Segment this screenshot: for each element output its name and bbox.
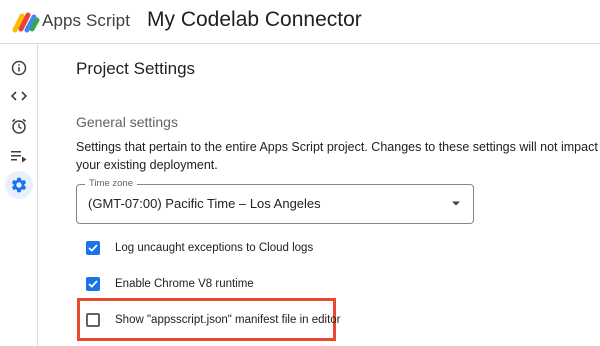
project-name[interactable]: My Codelab Connector bbox=[147, 8, 362, 32]
alarm-clock-icon bbox=[12, 118, 26, 134]
rail-item-executions[interactable] bbox=[5, 142, 33, 170]
page-title: Project Settings bbox=[76, 59, 196, 78]
apps-script-window: Apps Script My Codelab Connector Project… bbox=[0, 0, 600, 346]
time-zone-label: Time zone bbox=[85, 178, 137, 189]
show-manifest-checkbox[interactable] bbox=[86, 313, 100, 327]
section-description: Settings that pertain to the entire Apps… bbox=[76, 140, 598, 172]
log-exceptions-label: Log uncaught exceptions to Cloud logs bbox=[115, 242, 314, 254]
rail-item-settings[interactable] bbox=[5, 171, 33, 199]
rail-item-triggers[interactable] bbox=[5, 112, 33, 140]
log-exceptions-checkbox[interactable] bbox=[86, 241, 100, 255]
product-name[interactable]: Apps Script bbox=[42, 11, 130, 31]
rail-item-overview[interactable] bbox=[5, 54, 33, 82]
option-show-manifest[interactable]: Show "appsscript.json" manifest file in … bbox=[86, 310, 341, 330]
chrome-v8-label: Enable Chrome V8 runtime bbox=[115, 278, 254, 290]
executions-icon bbox=[11, 151, 27, 163]
gear-icon bbox=[12, 177, 27, 193]
option-log-exceptions[interactable]: Log uncaught exceptions to Cloud logs bbox=[86, 238, 313, 258]
code-icon bbox=[10, 91, 28, 101]
option-chrome-v8[interactable]: Enable Chrome V8 runtime bbox=[86, 274, 254, 294]
top-bar: Apps Script My Codelab Connector bbox=[0, 0, 600, 44]
left-nav-rail bbox=[0, 44, 38, 346]
checkmark-icon bbox=[88, 244, 98, 252]
checkmark-icon bbox=[88, 280, 98, 288]
time-zone-select[interactable]: Time zone (GMT-07:00) Pacific Time – Los… bbox=[76, 178, 474, 224]
rail-item-editor[interactable] bbox=[5, 82, 33, 110]
chrome-v8-checkbox[interactable] bbox=[86, 277, 100, 291]
show-manifest-label: Show "appsscript.json" manifest file in … bbox=[115, 314, 341, 326]
info-icon bbox=[11, 60, 27, 76]
apps-script-logo bbox=[12, 12, 40, 33]
dropdown-arrow-icon bbox=[452, 201, 460, 206]
section-title: General settings bbox=[76, 114, 178, 130]
time-zone-value: (GMT-07:00) Pacific Time – Los Angeles bbox=[88, 196, 321, 211]
